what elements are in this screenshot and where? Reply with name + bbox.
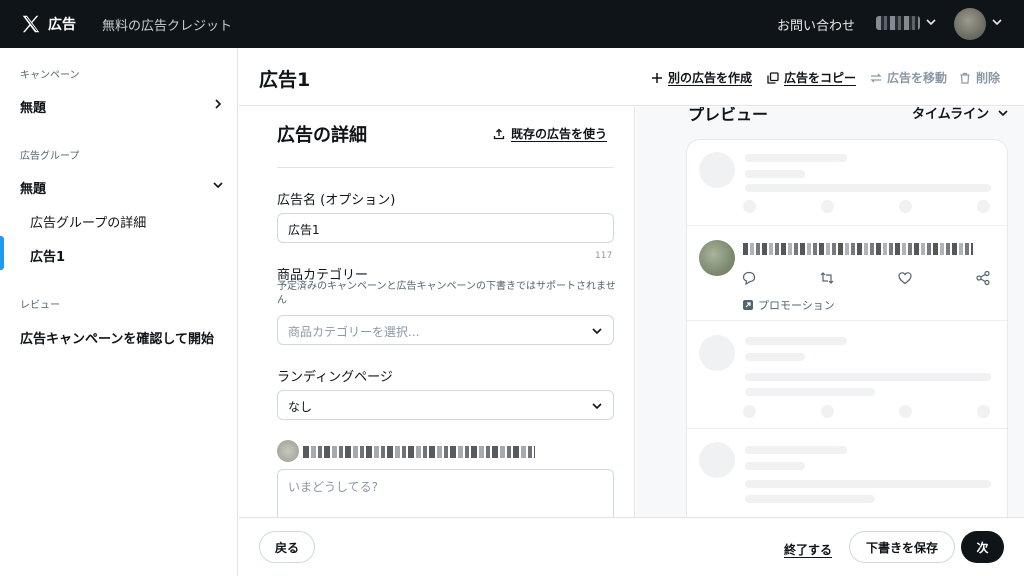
divider [277,167,614,168]
share-icon[interactable] [975,270,991,286]
ad-details-form: 広告の詳細 既存の広告を使う 広告名 (オプション) 広告1 117 商品カテゴ… [239,107,635,517]
save-draft-button[interactable]: 下書きを保存 [849,531,955,563]
create-another-ad-button[interactable]: 別の広告を作成 [651,69,752,86]
chevron-down-icon[interactable] [991,16,1003,28]
chevron-right-icon [215,99,222,109]
landing-page-select[interactable]: なし [277,390,614,420]
product-category-select[interactable]: 商品カテゴリーを選択... [277,315,614,345]
sidebar-item-review[interactable]: 広告キャンペーンを確認して開始 [20,328,224,347]
preview-title: プレビュー [688,107,769,124]
sidebar-item-adgroup-details[interactable]: 広告グループの詳細 [30,212,146,231]
brand-label[interactable]: 広告 [48,14,76,34]
x-logo-icon[interactable] [20,13,42,35]
sidebar-item-campaign[interactable]: 無題 [20,97,224,116]
post-text-input[interactable]: いまどうしてる? [277,469,614,517]
chevron-down-icon [998,109,1008,116]
poster-avatar [277,440,299,462]
back-button[interactable]: 戻る [259,531,315,563]
preview-panel: プレビュー タイムライン プロモーション [636,107,1024,517]
sidebar-item-label: 無題 [20,182,47,197]
sidebar-item-adgroup[interactable]: 無題 [20,178,224,197]
promoted-avatar [699,240,735,276]
promoted-tag: プロモーション [743,297,835,313]
plus-icon [652,72,662,83]
skeleton-post [687,321,1007,429]
active-indicator [0,236,4,270]
skeleton-post [687,430,1007,517]
copy-ad-button[interactable]: 広告をコピー [767,69,856,86]
char-counter: 117 [595,251,613,261]
section-title-review: レビュー [20,300,60,311]
sidebar-item-ad[interactable]: 広告1 [30,246,65,265]
chevron-down-icon [592,403,602,410]
next-button[interactable]: 次 [961,531,1004,563]
timeline-preview: プロモーション [686,139,1008,517]
section-title-adgroup: 広告グループ [20,151,80,162]
ad-name-input[interactable]: 広告1 [277,213,614,243]
chevron-down-icon[interactable] [925,16,937,28]
account-name-redacted[interactable] [876,16,920,30]
form-title: 広告の詳細 [277,125,367,146]
trash-icon [960,72,970,84]
repost-icon[interactable] [819,270,835,286]
placement-select[interactable]: タイムライン [912,107,1009,122]
product-category-help: 予定済みのキャンペーンと広告キャンペーンの下書きではサポートされません [277,281,616,306]
move-ad-button[interactable]: 広告を移動 [870,69,947,86]
user-avatar[interactable] [954,8,986,40]
upload-icon [493,128,505,139]
promoted-icon [743,300,753,310]
reply-icon[interactable] [741,270,757,286]
swap-arrows-icon [870,73,882,82]
sidebar: キャンペーン 無題 広告グループ 無題 広告グループの詳細 広告1 レビュー 広… [0,48,238,576]
finish-button[interactable]: 終了する [784,541,832,558]
landing-page-label: ランディングページ [277,370,393,385]
sidebar-item-label: 無題 [20,101,47,116]
footer-bar: 戻る 終了する 下書きを保存 次 [239,517,1024,576]
use-existing-ad-button[interactable]: 既存の広告を使う [493,125,607,142]
top-bar: 広告 無料の広告クレジット お問い合わせ [0,0,1024,48]
contact-link[interactable]: お問い合わせ [777,15,855,34]
section-title-campaign: キャンペーン [20,70,80,81]
like-icon[interactable] [897,270,913,286]
poster-name-redacted [303,446,535,458]
promoted-name-redacted [743,243,973,255]
delete-ad-button[interactable]: 削除 [959,69,1000,86]
page-header: 広告1 別の広告を作成 広告をコピー 広告を移動 削除 [239,48,1024,106]
free-ad-credit-link[interactable]: 無料の広告クレジット [102,15,232,34]
copy-icon [767,71,779,84]
page-title: 広告1 [259,69,311,91]
chevron-down-icon [213,182,223,189]
ad-name-label: 広告名 (オプション) [277,193,396,208]
chevron-down-icon [592,328,602,335]
skeleton-post [687,140,1007,226]
